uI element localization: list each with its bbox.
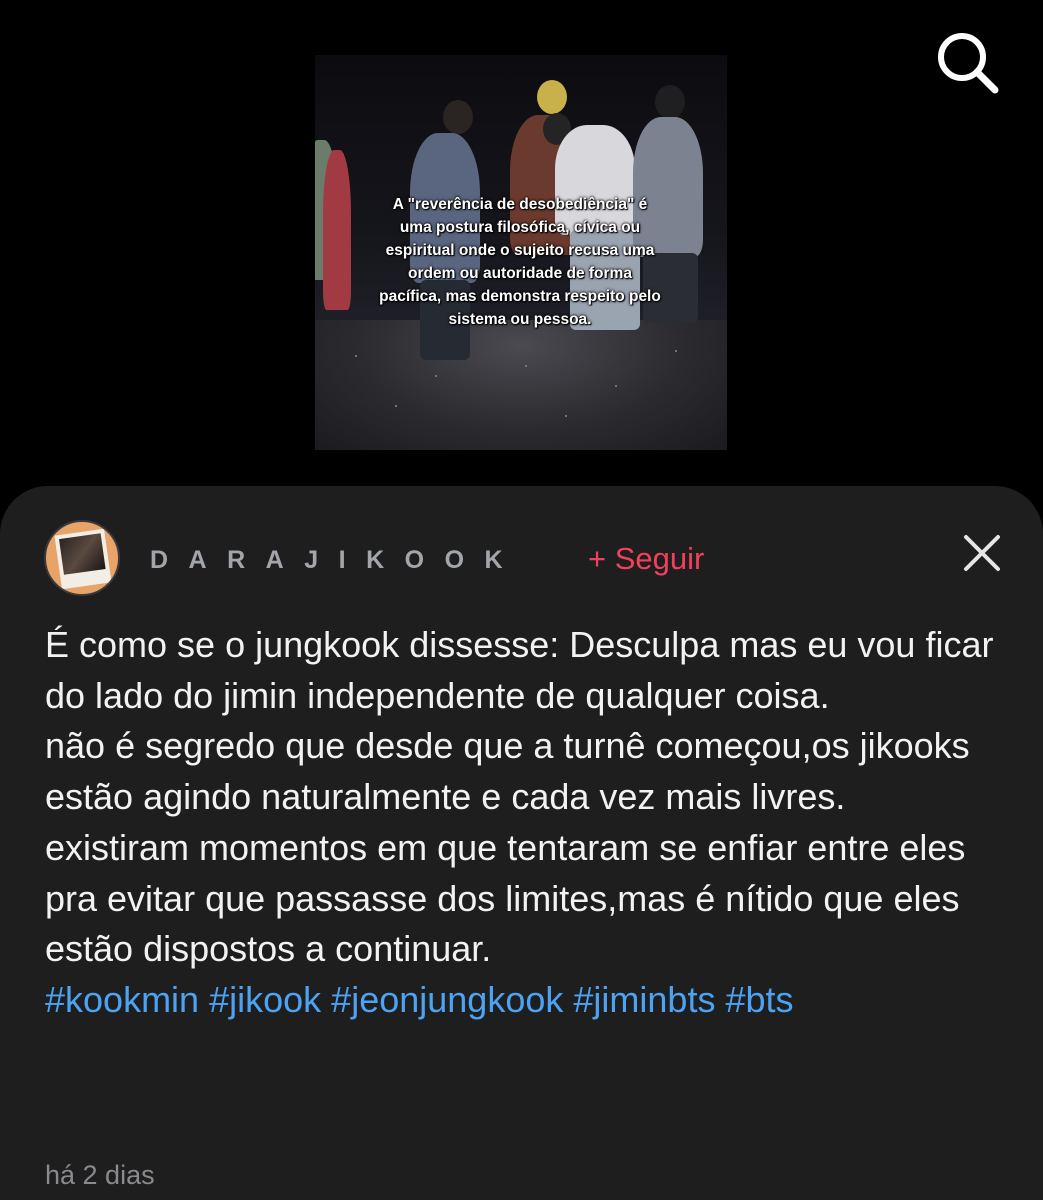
follow-button[interactable]: + Seguir <box>588 540 704 578</box>
hashtag-link[interactable]: #bts <box>725 979 793 1020</box>
stage-floor <box>315 320 727 450</box>
video-overlay-caption: A "reverência de desobediência" é uma po… <box>379 196 661 328</box>
performer-figure <box>323 150 351 310</box>
hashtag-link[interactable]: #jiminbts <box>573 979 715 1020</box>
video-player[interactable]: A "reverência de desobediência" é uma po… <box>315 55 727 450</box>
post-timestamp: há 2 dias <box>45 1160 155 1190</box>
close-icon[interactable] <box>962 533 1002 573</box>
hashtag-link[interactable]: #jeonjungkook <box>331 979 563 1020</box>
search-icon[interactable] <box>935 30 1001 96</box>
hashtag-list: #kookmin #jikook #jeonjungkook #jiminbts… <box>45 975 1020 1026</box>
caption-paragraph: existiram momentos em que tentaram se en… <box>45 826 966 970</box>
caption-paragraph: não é segredo que desde que a turnê come… <box>45 725 970 818</box>
caption-paragraph: É como se o jungkook dissesse: Desculpa … <box>45 624 994 716</box>
avatar[interactable] <box>44 520 120 596</box>
hashtag-link[interactable]: #jikook <box>209 979 321 1020</box>
hashtag-link[interactable]: #kookmin <box>45 979 199 1020</box>
author-username[interactable]: DARAJIKOOK <box>150 544 523 576</box>
post-caption: É como se o jungkook dissesse: Desculpa … <box>45 620 1020 1026</box>
